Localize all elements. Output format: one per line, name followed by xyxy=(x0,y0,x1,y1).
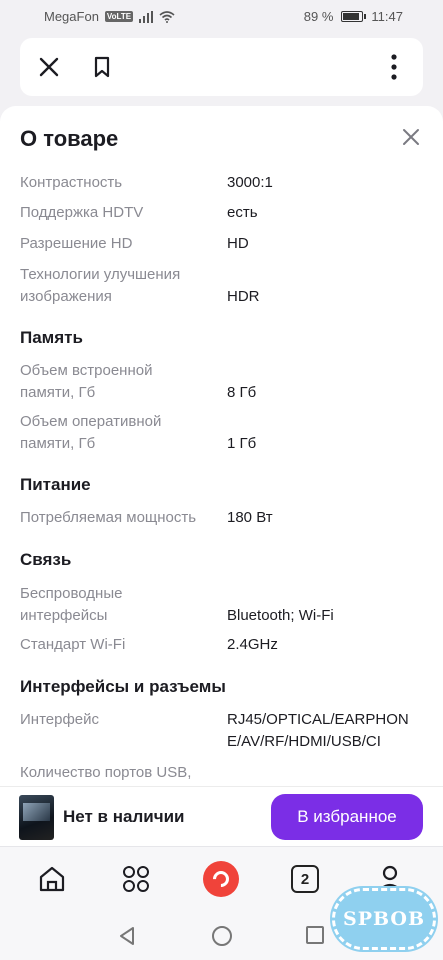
add-to-favorites-button[interactable]: В избранное xyxy=(271,794,423,840)
battery-icon xyxy=(341,11,367,22)
sheet-title: О товаре xyxy=(20,126,119,151)
recents-icon[interactable] xyxy=(306,926,324,944)
volte-badge: VoLTE xyxy=(104,11,134,22)
home-icon[interactable] xyxy=(34,861,70,897)
carrier-name: MegaFon xyxy=(44,9,99,24)
product-thumbnail[interactable] xyxy=(19,795,54,840)
section-title-power: Питание xyxy=(20,475,91,494)
product-info-sheet: О товаре Контрастность 3000:1 Поддержка … xyxy=(0,106,443,786)
wifi-icon xyxy=(159,10,175,23)
spec-value: 8 Гб xyxy=(227,384,257,401)
spec-key: Разрешение HD xyxy=(20,235,133,252)
spec-value: Bluetooth; Wi-Fi xyxy=(227,607,334,624)
spec-key: Объем встроенной памяти, Гб xyxy=(20,362,153,401)
alice-ring xyxy=(209,867,233,891)
top-bar xyxy=(20,38,423,96)
status-right: 89 % 11:47 xyxy=(304,9,403,24)
availability-status: Нет в наличии xyxy=(63,807,185,826)
spec-key: Стандарт Wi-Fi xyxy=(20,636,126,653)
spec-key: Контрастность xyxy=(20,174,123,191)
availability-bar: Нет в наличии В избранное xyxy=(0,786,443,846)
section-title-interfaces: Интерфейсы и разъемы xyxy=(20,677,226,696)
spec-key: Потребляемая мощность xyxy=(20,509,197,526)
battery-percent: 89 % xyxy=(303,9,334,24)
battery-level xyxy=(343,13,359,20)
watermark-logo: SPBOB xyxy=(332,888,436,950)
spec-value: 180 Вт xyxy=(227,509,273,526)
spec-key: Поддержка HDTV xyxy=(20,204,144,221)
cart-icon[interactable]: 2 xyxy=(291,865,319,893)
home-nav-icon[interactable] xyxy=(212,926,232,946)
signal-icon xyxy=(139,10,154,23)
status-left: MegaFon VoLTE xyxy=(44,9,175,24)
more-vertical-icon[interactable] xyxy=(378,51,410,83)
spec-value: HD xyxy=(227,235,249,252)
spec-key: Беспроводные интерфейсы xyxy=(20,585,123,624)
spec-key: Объем оперативной памяти, Гб xyxy=(20,413,162,452)
catalog-icon[interactable] xyxy=(118,861,154,897)
spec-key: Интерфейс xyxy=(20,711,100,728)
bookmark-icon[interactable] xyxy=(86,51,118,83)
spec-value: 3000:1 xyxy=(227,174,273,191)
clock: 11:47 xyxy=(371,9,403,24)
close-icon[interactable] xyxy=(33,51,65,83)
tv-image xyxy=(23,803,50,821)
spec-value: RJ45/OPTICAL/EARPHON E/AV/RF/HDMI/USB/CI xyxy=(227,711,409,750)
close-icon[interactable] xyxy=(398,124,424,150)
spec-key: Количество портов USB, xyxy=(20,764,192,781)
alice-icon[interactable] xyxy=(203,861,239,897)
status-bar: MegaFon VoLTE 89 % 11:47 xyxy=(0,0,443,34)
section-title-memory: Память xyxy=(20,328,83,347)
spec-value: есть xyxy=(227,204,258,221)
watermark-text: SPBOB xyxy=(342,908,426,930)
spec-key: Технологии улучшения изображения xyxy=(20,266,181,305)
spec-value: HDR xyxy=(227,288,260,305)
spec-value: 1 Гб xyxy=(227,435,257,452)
back-icon[interactable] xyxy=(118,926,136,951)
spec-value: 2.4GHz xyxy=(227,636,278,653)
section-title-connectivity: Связь xyxy=(20,550,72,569)
